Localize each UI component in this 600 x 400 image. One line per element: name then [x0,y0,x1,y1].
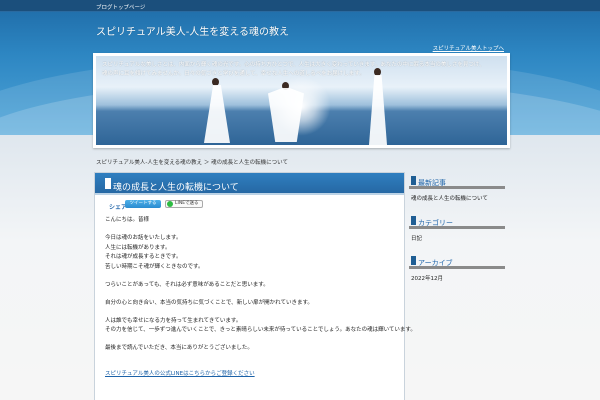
post-line: 人生には転機があります。 [105,244,171,251]
recent-post-link[interactable]: 魂の成長と人生の転機について [409,189,505,206]
widget-recent-posts: 最新記事 魂の成長と人生の転機について [409,172,505,206]
category-link[interactable]: 日記 [409,229,505,246]
line-register-link[interactable]: スピリチュアル美人の公式LINEはこちらからご登録ください [105,370,394,380]
header-photo: スピリチュアルな美しさとは、内面から輝く魂の光です。心の持ち方ひとつで、人生は大… [96,56,507,145]
post-line: つらいことがあっても、それは必ず意味があることだと思います。 [105,281,269,288]
line-icon [167,201,173,207]
post-body: こんにちは。皆様 今日は魂のお話をいたします。 人生には転機があります。 それは… [95,213,416,380]
widget-marker-icon [411,216,416,225]
widget-marker-icon [411,176,416,185]
post-title[interactable]: 魂の成長と人生の転機について [113,180,239,193]
widget-categories: カテゴリー 日記 [409,212,505,246]
site-description-line: スピリチュアルな美しさとは、内面から輝く魂の光です。心の持ち方ひとつで、人生は大… [102,62,485,68]
widget-title-text: カテゴリー [418,219,453,227]
breadcrumb[interactable]: スピリチュアル美人-人生を変える魂の教え ＞ 魂の成長と人生の転機について [96,158,288,166]
post-line: 今日は魂のお話をいたします。 [105,234,182,241]
widget-title: アーカイブ [409,252,505,269]
line-share-label: LINEで送る [175,201,199,206]
widget-archives: アーカイブ 2022年12月 [409,252,505,286]
post-line: 最後まで読んでいただき、本当にありがとうございました。 [105,345,253,352]
widget-marker-icon [411,256,416,265]
post-line: それは魂が成長するときです。 [105,254,182,261]
top-bar: ブログトップページ [0,0,600,12]
post-line: 苦しい時期こそ魂が輝くときなのです。 [105,264,204,271]
tweet-button[interactable]: ツイートする [125,200,161,208]
site-description: スピリチュアルな美しさとは、内面から輝く魂の光です。心の持ち方ひとつで、人生は大… [102,61,502,79]
title-marker-icon [105,178,111,189]
site-title[interactable]: スピリチュアル美人-人生を変える魂の教え [96,23,289,38]
post-line: こんにちは。皆様 [105,217,150,223]
top-bar-link[interactable]: ブログトップページ [96,3,145,11]
post-line: 自分の心と向き合い、本当の気持ちに気づくことで、新しい扉が開かれていきます。 [105,299,313,306]
line-share-button[interactable]: LINEで送る [165,200,203,208]
post-line: 人は誰でも幸せになる力を持って生まれてきています。 [105,317,242,324]
archive-link[interactable]: 2022年12月 [409,269,505,286]
site-description-line: 魂の声に耳を傾けてみませんか。日々の気づきと学びを通して、幸せな人生への道しるべ… [102,71,365,77]
post-title-bar: 魂の成長と人生の転機について [95,173,404,195]
share-row: シェア ツイートする LINEで送る [95,199,404,213]
widget-title-text: 最新記事 [418,179,446,187]
widget-title: カテゴリー [409,212,505,229]
post-line: その力を信じて、一歩ずつ進んでいくことで、きっと素晴らしい未来が待っていることで… [105,327,416,334]
sidebar: 最新記事 魂の成長と人生の転機について カテゴリー 日記 アーカイブ 2022年… [409,172,505,292]
widget-title-text: アーカイブ [418,259,453,267]
post-article: 魂の成長と人生の転機について シェア ツイートする LINEで送る こんにちは。… [94,172,416,400]
header-image: スピリチュアルな美しさとは、内面から輝く魂の光です。心の持ち方ひとつで、人生は大… [93,53,510,148]
widget-title: 最新記事 [409,172,505,189]
site-home-link[interactable]: スピリチュアル美人トップへ [433,44,504,52]
